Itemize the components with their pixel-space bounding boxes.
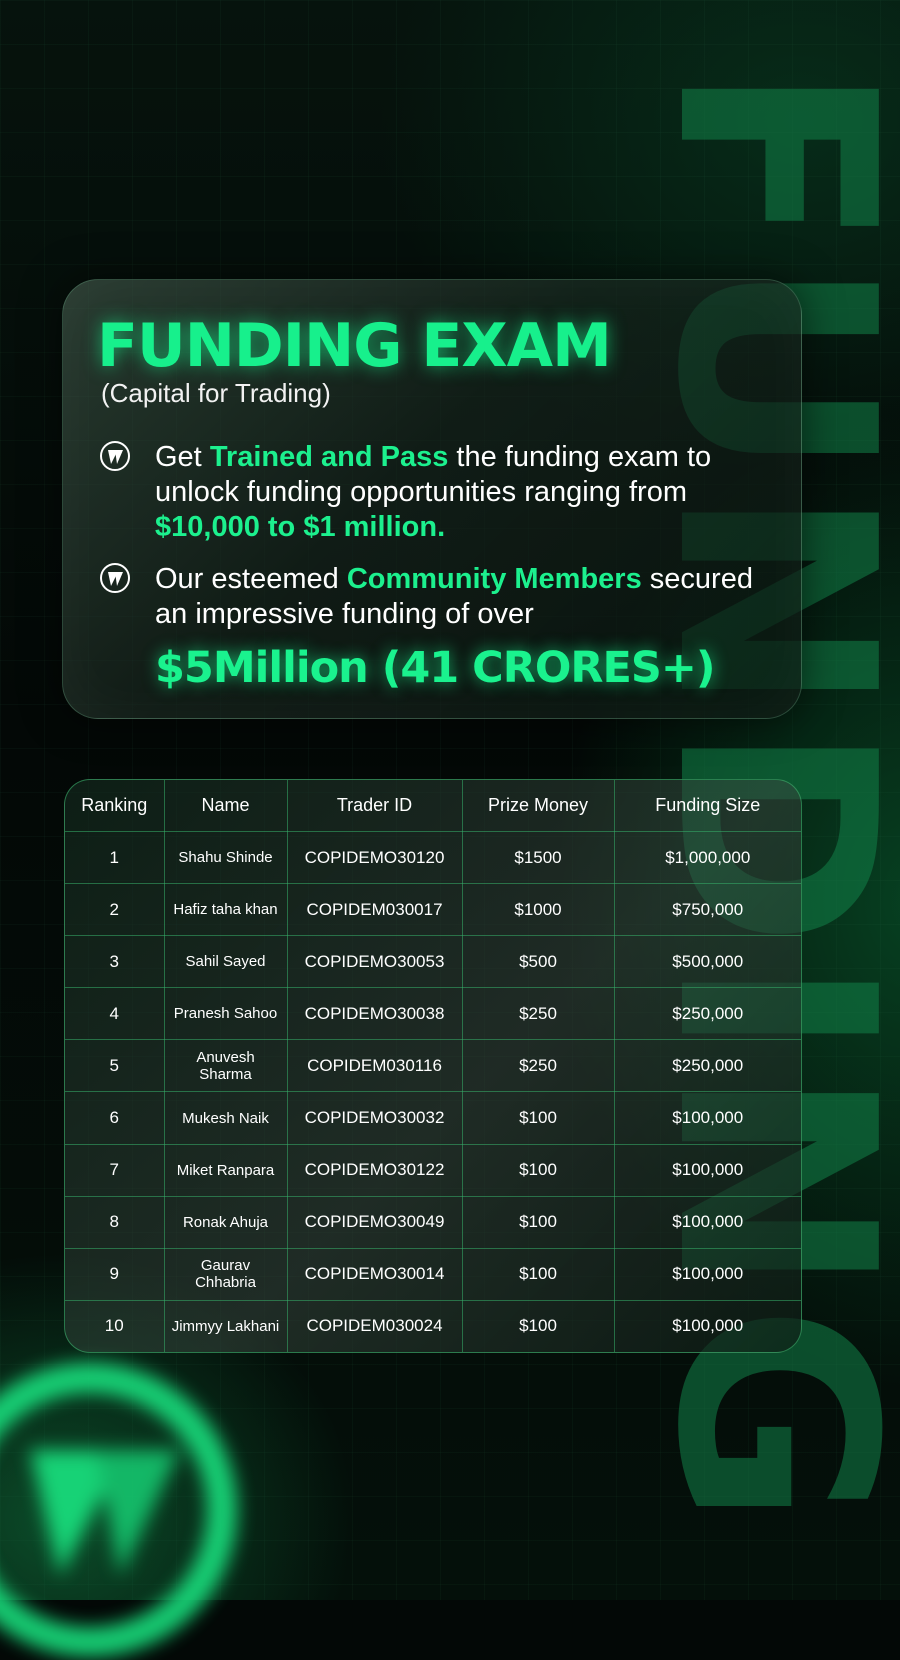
cell-trader-id: COPIDEM030116 [286, 1039, 463, 1093]
cell-trader-id: COPIDEMO30049 [286, 1195, 463, 1249]
cell-ranking: 5 [65, 1039, 165, 1093]
cell-name: Mukesh Naik [163, 1091, 288, 1145]
cell-name: Gaurav Chhabria [163, 1247, 288, 1301]
brand-logo-icon [100, 441, 130, 471]
header-prize-money: Prize Money [461, 780, 615, 832]
funding-total-stat: $5Million (41 CRORES+) [155, 643, 716, 693]
leaderboard-card: Ranking Name Trader ID Prize Money Fundi… [64, 779, 802, 1353]
table-row: 7 Miket Ranpara COPIDEMO30122 $100 $100,000 [65, 1143, 801, 1197]
table-row: 3 Sahil Sayed COPIDEMO30053 $500 $500,000 [65, 935, 801, 989]
table-row: 4 Pranesh Sahoo COPIDEMO30038 $250 $250,000 [65, 987, 801, 1041]
cell-ranking: 3 [65, 935, 165, 989]
exam-title: FUNDING EXAM [97, 311, 612, 381]
header-funding-size: Funding Size [613, 780, 801, 832]
cell-prize-money: $500 [461, 935, 615, 989]
cell-ranking: 7 [65, 1143, 165, 1197]
cell-funding-size: $100,000 [613, 1247, 801, 1301]
bullet-community-text: Our esteemed Community Members secured a… [155, 562, 775, 696]
cell-prize-money: $100 [461, 1195, 615, 1249]
header-trader-id: Trader ID [286, 780, 463, 832]
cell-ranking: 2 [65, 883, 165, 937]
cell-funding-size: $250,000 [613, 987, 801, 1041]
highlight-community: Community Members [346, 563, 642, 595]
cell-ranking: 4 [65, 987, 165, 1041]
cell-trader-id: COPIDEMO30122 [286, 1143, 463, 1197]
cell-name: Miket Ranpara [163, 1143, 288, 1197]
brand-logo-icon [100, 563, 130, 593]
table-row: 10 Jimmyy Lakhani COPIDEM030024 $100 $100,00… [65, 1299, 801, 1352]
highlight-trained: Trained and Pass [209, 441, 449, 473]
cell-prize-money: $1000 [461, 883, 615, 937]
cell-name: Jimmyy Lakhani [163, 1299, 288, 1352]
cell-ranking: 9 [65, 1247, 165, 1301]
funding-exam-card: FUNDING EXAM (Capital for Trading) Get T… [62, 279, 802, 719]
blurred-brand-logo-icon [0, 1363, 237, 1657]
table-row: 2 Hafiz taha khan COPIDEM030017 $1000 $750,0… [65, 883, 801, 937]
leaderboard-table: Ranking Name Trader ID Prize Money Fundi… [65, 780, 801, 1352]
header-ranking: Ranking [65, 780, 165, 832]
bullet-training-text: Get Trained and Pass the funding exam to… [155, 441, 712, 543]
table-row: 5 Anuvesh Sharma COPIDEM030116 $250 $250,000 [65, 1039, 801, 1093]
cell-name: Anuvesh Sharma [163, 1039, 288, 1093]
cell-name: Sahil Sayed [163, 935, 288, 989]
cell-prize-money: $1500 [461, 830, 615, 885]
cell-ranking: 10 [65, 1299, 165, 1352]
table-row: 6 Mukesh Naik COPIDEMO30032 $100 $100,000 [65, 1091, 801, 1145]
cell-trader-id: COPIDEM030024 [286, 1299, 463, 1352]
table-row: 1 Shahu Shinde COPIDEMO30120 $1500 $1,000,00… [65, 830, 801, 885]
cell-prize-money: $100 [461, 1091, 615, 1145]
cell-trader-id: COPIDEMO30014 [286, 1247, 463, 1301]
table-row: 9 Gaurav Chhabria COPIDEMO30014 $100 $100,00… [65, 1247, 801, 1301]
table-row: 8 Ronak Ahuja COPIDEMO30049 $100 $100,000 [65, 1195, 801, 1249]
cell-prize-money: $100 [461, 1143, 615, 1197]
cell-funding-size: $100,000 [613, 1143, 801, 1197]
cell-prize-money: $250 [461, 987, 615, 1041]
cell-funding-size: $250,000 [613, 1039, 801, 1093]
cell-name: Ronak Ahuja [163, 1195, 288, 1249]
cell-ranking: 1 [65, 830, 165, 885]
cell-trader-id: COPIDEMO30032 [286, 1091, 463, 1145]
cell-funding-size: $100,000 [613, 1299, 801, 1352]
cell-trader-id: COPIDEMO30120 [286, 830, 463, 885]
cell-ranking: 6 [65, 1091, 165, 1145]
cell-prize-money: $100 [461, 1247, 615, 1301]
cell-name: Hafiz taha khan [163, 883, 288, 937]
cell-prize-money: $100 [461, 1299, 615, 1352]
cell-prize-money: $250 [461, 1039, 615, 1093]
cell-trader-id: COPIDEM030017 [286, 883, 463, 937]
cell-funding-size: $100,000 [613, 1091, 801, 1145]
cell-trader-id: COPIDEMO30053 [286, 935, 463, 989]
cell-trader-id: COPIDEMO30038 [286, 987, 463, 1041]
exam-subtitle: (Capital for Trading) [101, 378, 331, 408]
header-name: Name [163, 780, 288, 832]
cell-name: Pranesh Sahoo [163, 987, 288, 1041]
cell-funding-size: $750,000 [613, 883, 801, 937]
cell-name: Shahu Shinde [163, 830, 288, 885]
cell-funding-size: $100,000 [613, 1195, 801, 1249]
highlight-range: $10,000 to $1 million. [155, 511, 446, 543]
cell-ranking: 8 [65, 1195, 165, 1249]
cell-funding-size: $500,000 [613, 935, 801, 989]
table-header-row: Ranking Name Trader ID Prize Money Fundi… [65, 780, 801, 832]
cell-funding-size: $1,000,000 [613, 830, 801, 885]
